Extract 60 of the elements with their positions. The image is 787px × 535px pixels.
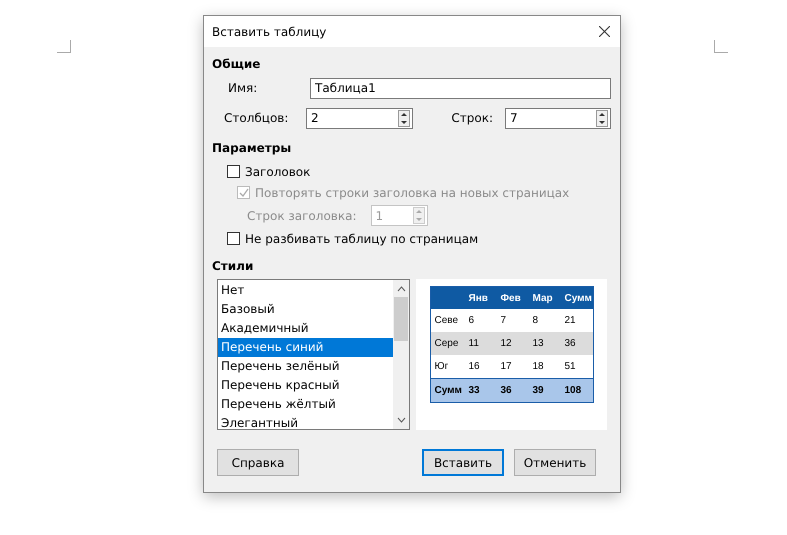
page-corner-mark xyxy=(714,40,728,53)
insert-button[interactable]: Вставить xyxy=(422,449,504,476)
preview-cell: 12 xyxy=(500,338,512,349)
checkbox[interactable] xyxy=(227,165,240,178)
preview-cell: 33 xyxy=(468,385,480,396)
scroll-down-icon[interactable] xyxy=(396,417,406,423)
preview-cell: 21 xyxy=(564,315,576,326)
preview-cell: 16 xyxy=(468,361,480,372)
preview-cell: 51 xyxy=(564,361,576,372)
preview-cell: Юг xyxy=(434,361,448,372)
checkbox-label: Повторять строки заголовка на новых страницах xyxy=(255,186,570,200)
preview-cell: Сумм xyxy=(434,385,462,396)
preview-cell: 6 xyxy=(468,315,474,326)
field-label: Столбцов: xyxy=(223,111,290,125)
field-label: Имя: xyxy=(227,81,258,95)
list-item[interactable]: Перечень синий xyxy=(218,338,393,357)
spin-arrows-icon[interactable] xyxy=(398,110,410,126)
preview-cell: 18 xyxy=(532,361,544,372)
list-item[interactable]: Академичный xyxy=(218,319,393,338)
preview-cell: Мар xyxy=(532,292,553,304)
preview-cell: 8 xyxy=(532,315,538,326)
list-item[interactable]: Элегантный xyxy=(218,414,393,433)
list-item[interactable]: Перечень зелёный xyxy=(218,357,393,376)
styles-list[interactable]: Нет Базовый Академичный Перечень синий Перечень зелёный Перечень красный Перечень жёлтый Элегантный xyxy=(217,279,410,430)
preview-cell: Сумм xyxy=(564,292,592,304)
preview-cell: 108 xyxy=(564,385,582,396)
checkbox-label: Не разбивать таблицу по страницам xyxy=(245,232,478,246)
list-item[interactable]: Базовый xyxy=(218,300,393,319)
columns-spinbox[interactable]: 2 xyxy=(306,108,413,128)
section-heading: Параметры xyxy=(212,141,292,155)
section-heading: Стили xyxy=(212,259,254,273)
cancel-button[interactable]: Отменить xyxy=(514,449,596,476)
checkbox[interactable] xyxy=(227,232,240,245)
spin-arrows-icon[interactable] xyxy=(596,110,608,126)
preview-cell: 36 xyxy=(500,385,512,396)
scroll-up-icon[interactable] xyxy=(396,286,406,292)
list-item[interactable]: Перечень жёлтый xyxy=(218,395,393,414)
scrollbar[interactable] xyxy=(393,280,409,429)
page-corner-mark xyxy=(57,40,71,53)
preview-cell: 11 xyxy=(468,338,479,349)
close-icon[interactable] xyxy=(599,26,610,37)
help-button[interactable]: Справка xyxy=(217,449,299,476)
preview-cell: Сере xyxy=(434,338,458,349)
name-field[interactable]: Таблица1 xyxy=(310,78,611,98)
preview-cell: 17 xyxy=(500,361,512,372)
checkbox-label: Заголовок xyxy=(245,164,310,178)
preview-cell: 39 xyxy=(532,385,544,396)
preview-cell: 7 xyxy=(500,315,506,326)
preview-cell: 13 xyxy=(532,338,544,349)
field-label: Строк заголовка: xyxy=(247,208,356,222)
list-item[interactable]: Перечень красный xyxy=(218,376,393,395)
preview-cell: 36 xyxy=(564,338,576,349)
window-title: Вставить таблицу xyxy=(212,24,326,38)
field-label: Строк: xyxy=(451,111,493,125)
preview-cell: Фев xyxy=(500,292,521,304)
preview-cell: Янв xyxy=(468,292,488,304)
section-heading: Общие xyxy=(212,57,262,71)
rows-spinbox[interactable]: 7 xyxy=(505,108,611,128)
preview-cell: Севе xyxy=(434,315,458,326)
list-item[interactable]: Нет xyxy=(218,281,393,300)
